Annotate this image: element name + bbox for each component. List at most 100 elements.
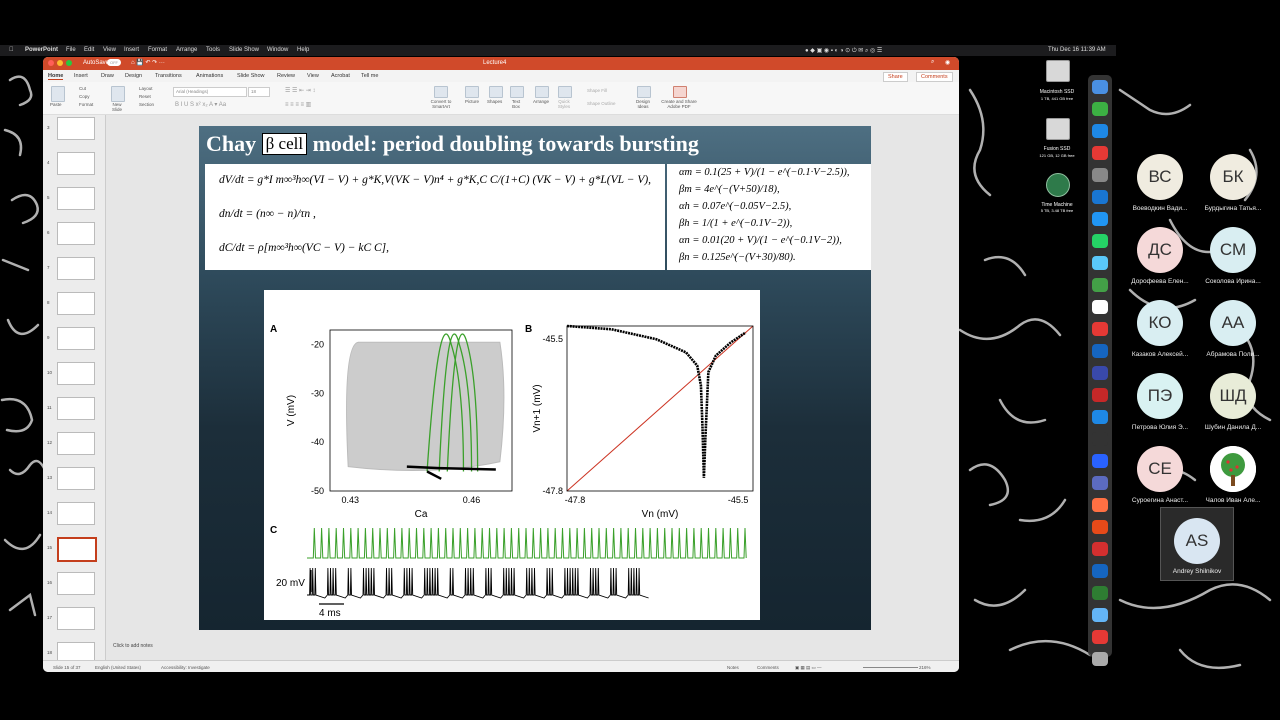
- dock-app-icon[interactable]: [1092, 124, 1108, 138]
- dock-app-icon[interactable]: [1092, 322, 1108, 336]
- tab-tellme[interactable]: Tell me: [361, 73, 378, 79]
- menu-arrange[interactable]: Arrange: [176, 47, 197, 53]
- align-icons[interactable]: ≡ ≡ ≡ ≡ ▥: [285, 101, 311, 108]
- shape-outline-button[interactable]: Shape Outline: [587, 101, 616, 106]
- slide-thumbnail[interactable]: [57, 607, 95, 630]
- tab-animations[interactable]: Animations: [196, 73, 223, 79]
- design-ideas-icon[interactable]: [637, 86, 651, 98]
- menu-app-name[interactable]: PowerPoint: [25, 47, 58, 53]
- tab-draw[interactable]: Draw: [101, 73, 114, 79]
- shapes-icon[interactable]: [489, 86, 503, 98]
- menu-help[interactable]: Help: [297, 47, 309, 53]
- dock-app-icon[interactable]: [1092, 542, 1108, 556]
- arrange-icon[interactable]: [535, 86, 549, 98]
- participant-avatar[interactable]: ДС: [1137, 227, 1183, 273]
- notes-placeholder[interactable]: Click to add notes: [113, 643, 153, 649]
- view-icons[interactable]: ▣ ▦ ▤ ▭ —: [795, 665, 822, 671]
- adobe-pdf-icon[interactable]: [673, 86, 687, 98]
- cut-button[interactable]: Cut: [79, 86, 86, 91]
- format-button[interactable]: Format: [79, 102, 93, 107]
- dock-app-icon[interactable]: [1092, 344, 1108, 358]
- dock-app-icon[interactable]: [1092, 608, 1108, 622]
- dock-app-icon[interactable]: [1092, 80, 1108, 94]
- accessibility-indicator[interactable]: Accessibility: Investigate: [161, 665, 210, 670]
- menu-view[interactable]: View: [103, 47, 116, 53]
- text-format-icons[interactable]: B I U S x² x₂ A ▾ Aa: [175, 101, 226, 108]
- dock-app-icon[interactable]: [1092, 146, 1108, 160]
- close-icon[interactable]: [48, 60, 54, 66]
- tab-review[interactable]: Review: [277, 73, 295, 79]
- menu-tools[interactable]: Tools: [206, 47, 220, 53]
- autosave-toggle[interactable]: OFF: [107, 59, 121, 66]
- participant-avatar[interactable]: СМ: [1210, 227, 1256, 273]
- font-size-select[interactable]: 18: [248, 87, 270, 97]
- dock-app-icon[interactable]: [1092, 278, 1108, 292]
- tab-transitions[interactable]: Transitions: [155, 73, 182, 79]
- user-icon[interactable]: ◉: [945, 59, 950, 66]
- dock-app-icon[interactable]: [1092, 520, 1108, 534]
- comments-status-button[interactable]: Comments: [757, 665, 779, 670]
- participant-avatar[interactable]: БК: [1210, 154, 1256, 200]
- participant-photo[interactable]: [1210, 446, 1256, 492]
- section-button[interactable]: Section: [139, 102, 154, 107]
- dock-app-icon[interactable]: [1092, 168, 1108, 182]
- tab-slideshow[interactable]: Slide Show: [237, 73, 265, 79]
- participant-avatar[interactable]: КО: [1137, 300, 1183, 346]
- apple-icon[interactable]: : [9, 47, 14, 53]
- menu-clock[interactable]: Thu Dec 16 11:39 AM: [1048, 47, 1106, 53]
- slide-thumbnail[interactable]: [57, 187, 95, 210]
- layout-button[interactable]: Layout: [139, 86, 153, 91]
- list-icons[interactable]: ☰ ☰ ⇤ ⇥ ↕: [285, 87, 315, 94]
- menu-insert[interactable]: Insert: [124, 47, 139, 53]
- dock-app-icon[interactable]: [1092, 410, 1108, 424]
- comments-button[interactable]: Comments: [916, 72, 953, 82]
- slide-thumbnail[interactable]: [57, 397, 95, 420]
- paste-icon[interactable]: [51, 86, 65, 102]
- drive-icon[interactable]: [1046, 60, 1070, 82]
- menu-window[interactable]: Window: [267, 47, 288, 53]
- text-box-icon[interactable]: [510, 86, 524, 98]
- dock-app-icon[interactable]: [1092, 256, 1108, 270]
- dock-app-icon[interactable]: [1092, 366, 1108, 380]
- slide-thumbnail[interactable]: [57, 152, 95, 175]
- tab-home[interactable]: Home: [48, 73, 64, 80]
- tab-view[interactable]: View: [307, 73, 319, 79]
- tab-acrobat[interactable]: Acrobat: [331, 73, 350, 79]
- slide-thumbnail[interactable]: [57, 572, 95, 595]
- search-icon[interactable]: ⌕: [931, 59, 934, 66]
- slide-thumbnail[interactable]: [57, 257, 95, 280]
- slide-thumbnail[interactable]: [57, 222, 95, 245]
- dock-app-icon[interactable]: [1092, 454, 1108, 468]
- dock-app-icon[interactable]: [1092, 212, 1108, 226]
- share-button[interactable]: Share: [883, 72, 908, 82]
- quick-styles-icon[interactable]: [558, 86, 572, 98]
- menu-slideshow[interactable]: Slide Show: [229, 47, 259, 53]
- dock-app-icon[interactable]: [1092, 300, 1108, 314]
- quick-access-icons[interactable]: ⌂ 💾 ↶ ↷ ···: [131, 59, 165, 66]
- dock-app-icon[interactable]: [1092, 498, 1108, 512]
- active-speaker-tile[interactable]: AS Andrey Shilnikov: [1160, 507, 1234, 581]
- menu-edit[interactable]: Edit: [84, 47, 94, 53]
- slide-thumbnail[interactable]: [57, 432, 95, 455]
- picture-icon[interactable]: [465, 86, 479, 98]
- menu-format[interactable]: Format: [148, 47, 167, 53]
- time-machine-icon[interactable]: [1046, 173, 1070, 197]
- dock-app-icon[interactable]: [1092, 652, 1108, 666]
- minimize-icon[interactable]: [57, 60, 63, 66]
- participant-avatar[interactable]: ПЭ: [1137, 373, 1183, 419]
- drive-icon[interactable]: [1046, 118, 1070, 140]
- maximize-icon[interactable]: [66, 60, 72, 66]
- zoom-level[interactable]: 216%: [919, 665, 931, 670]
- tab-design[interactable]: Design: [125, 73, 142, 79]
- dock-app-icon[interactable]: [1092, 564, 1108, 578]
- slide-thumbnail[interactable]: [57, 292, 95, 315]
- copy-button[interactable]: Copy: [79, 94, 90, 99]
- zoom-slider[interactable]: [863, 667, 918, 668]
- slide-thumbnail[interactable]: [57, 467, 95, 490]
- dock-app-icon[interactable]: [1092, 190, 1108, 204]
- menu-file[interactable]: File: [66, 47, 76, 53]
- dock-app-icon[interactable]: [1092, 102, 1108, 116]
- slide-thumbnail[interactable]: [57, 502, 95, 525]
- convert-smartart-icon[interactable]: [434, 86, 448, 98]
- slide-thumbnail[interactable]: [57, 362, 95, 385]
